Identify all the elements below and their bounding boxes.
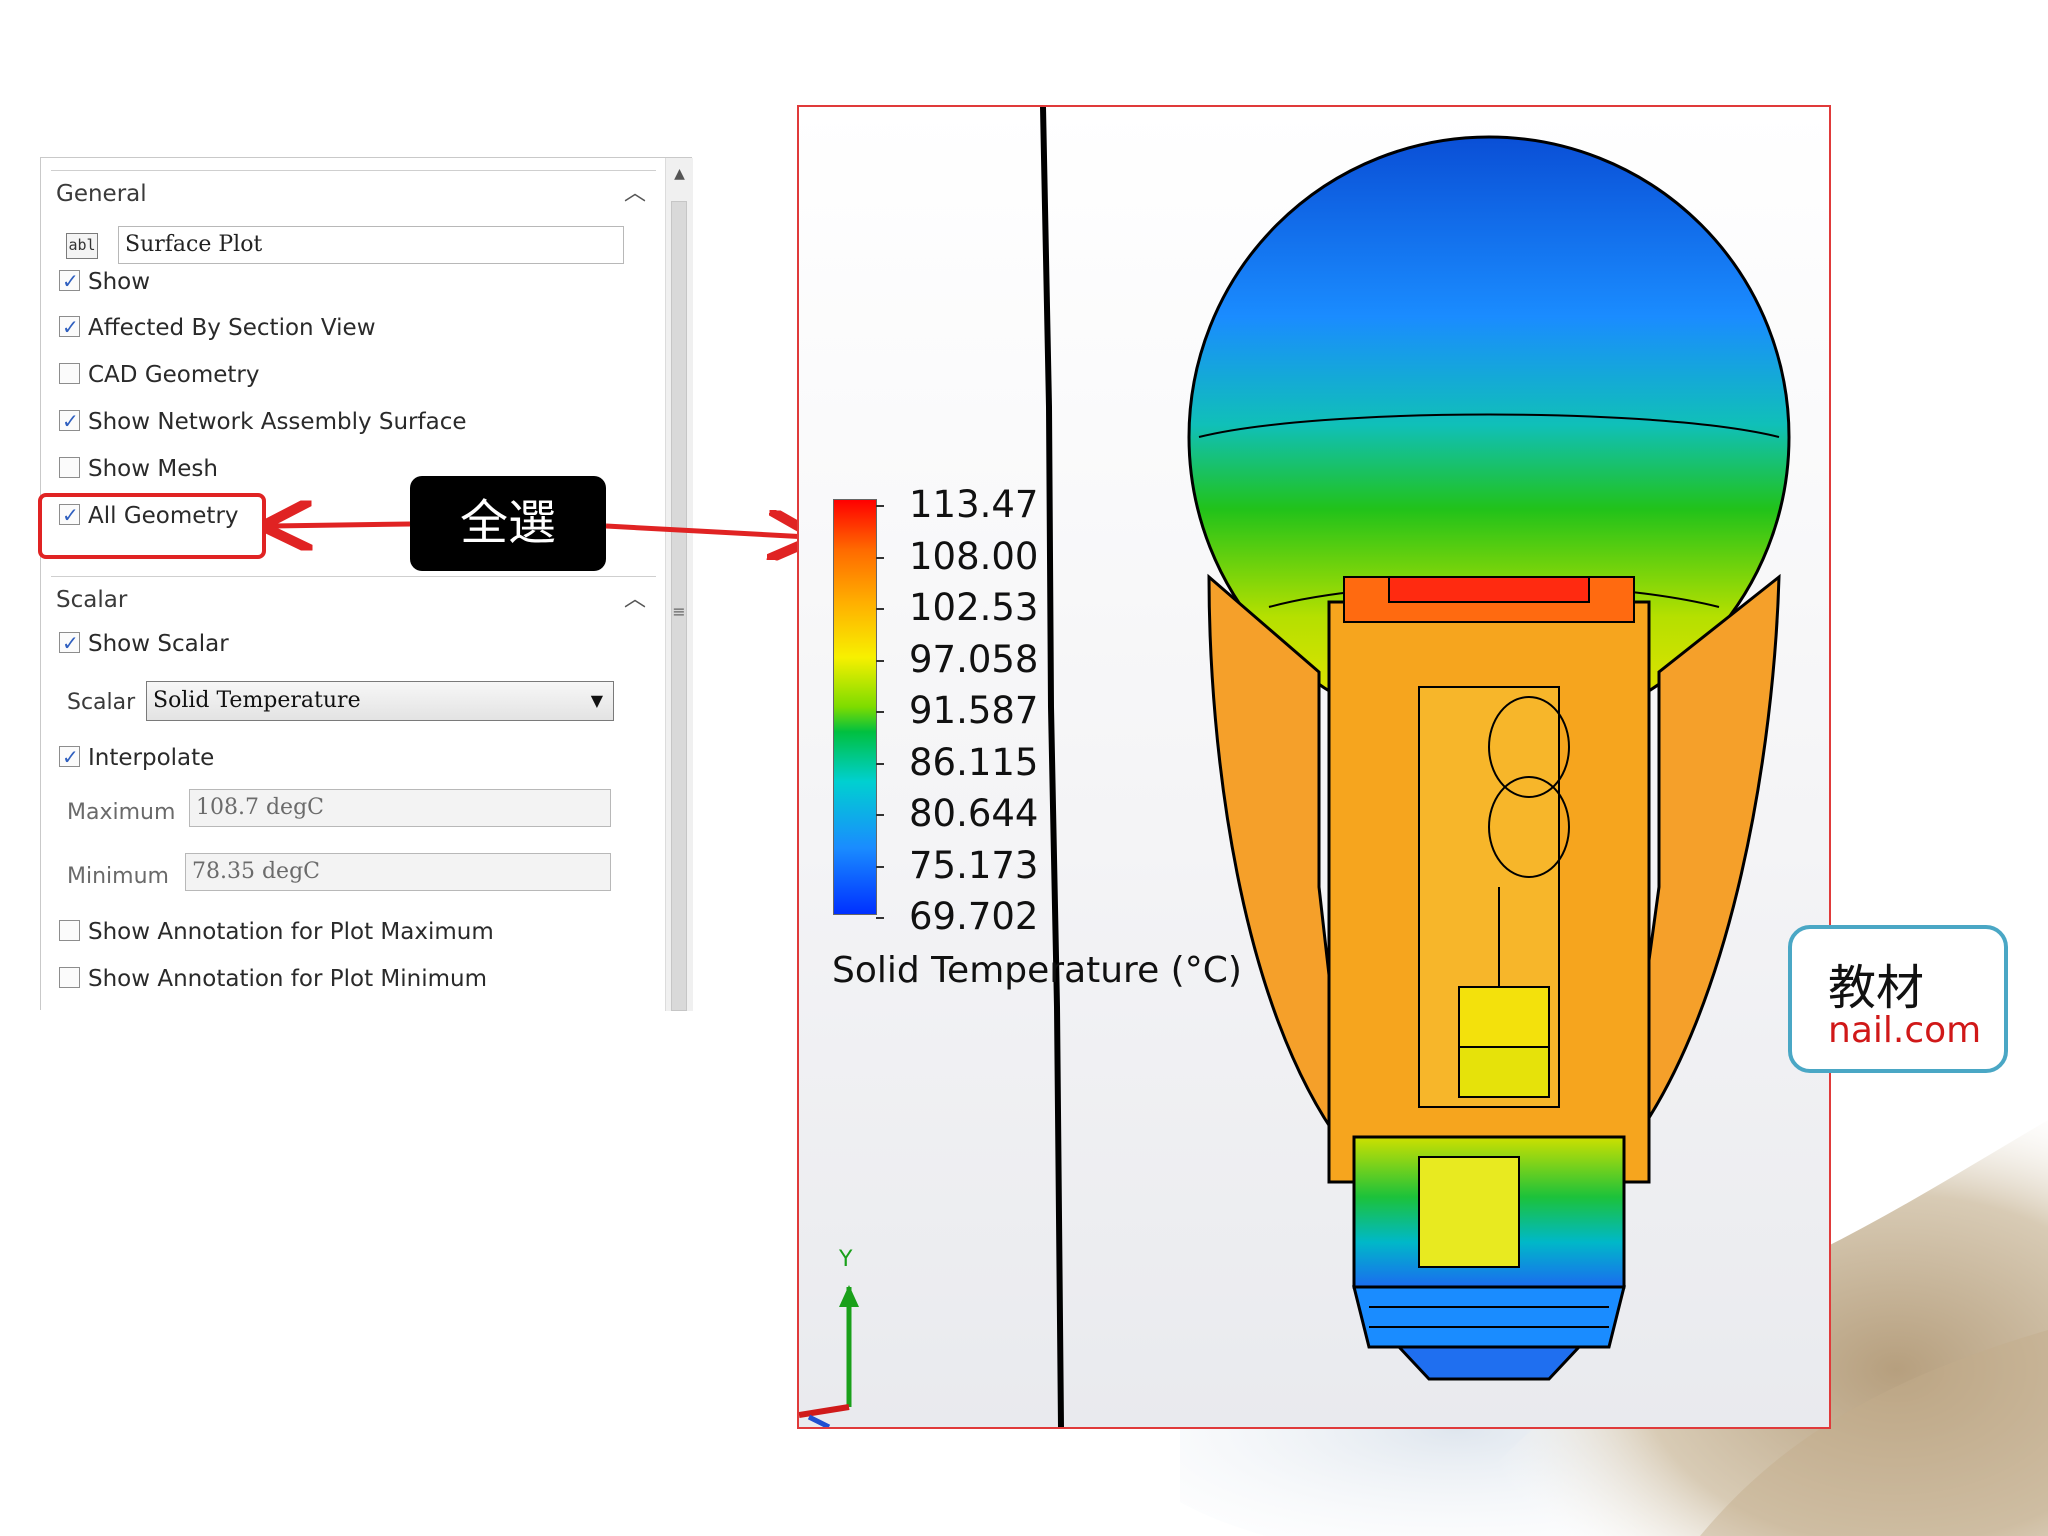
legend-title: Solid Temperature (°C) — [832, 950, 1242, 991]
legend-tick — [876, 505, 884, 507]
left-arrow — [272, 524, 411, 526]
temperature-plot-viewport[interactable]: 113.47 108.00 102.53 97.058 91.587 86.115 80.6… — [797, 105, 1831, 1429]
legend-tick — [876, 711, 884, 713]
card-title: 教材 — [1828, 960, 1925, 1016]
legend-tick — [876, 608, 884, 610]
legend-tick — [876, 556, 884, 559]
legend-tick — [876, 762, 884, 765]
legend-value: 91.587 — [909, 689, 1039, 732]
right-arrow — [605, 526, 808, 537]
legend-tick — [876, 814, 884, 816]
legend-value: 108.00 — [909, 534, 1039, 578]
legend-tick — [876, 659, 884, 662]
legend-value: 75.173 — [909, 843, 1039, 887]
coordinate-triad — [799, 1285, 859, 1427]
card-email: nail.com — [1828, 1010, 1982, 1051]
legend-value: 113.47 — [909, 483, 1039, 526]
axis-y-label: Y — [839, 1247, 853, 1272]
legend-value: 97.058 — [909, 637, 1039, 681]
legend-tick — [876, 865, 884, 868]
legend-value: 102.53 — [909, 586, 1039, 629]
legend-value: 86.115 — [909, 740, 1039, 784]
temperature-colorbar — [833, 499, 877, 915]
legend-value: 69.702 — [909, 895, 1039, 938]
legend-value: 80.644 — [909, 792, 1039, 835]
legend-tick — [876, 917, 884, 919]
